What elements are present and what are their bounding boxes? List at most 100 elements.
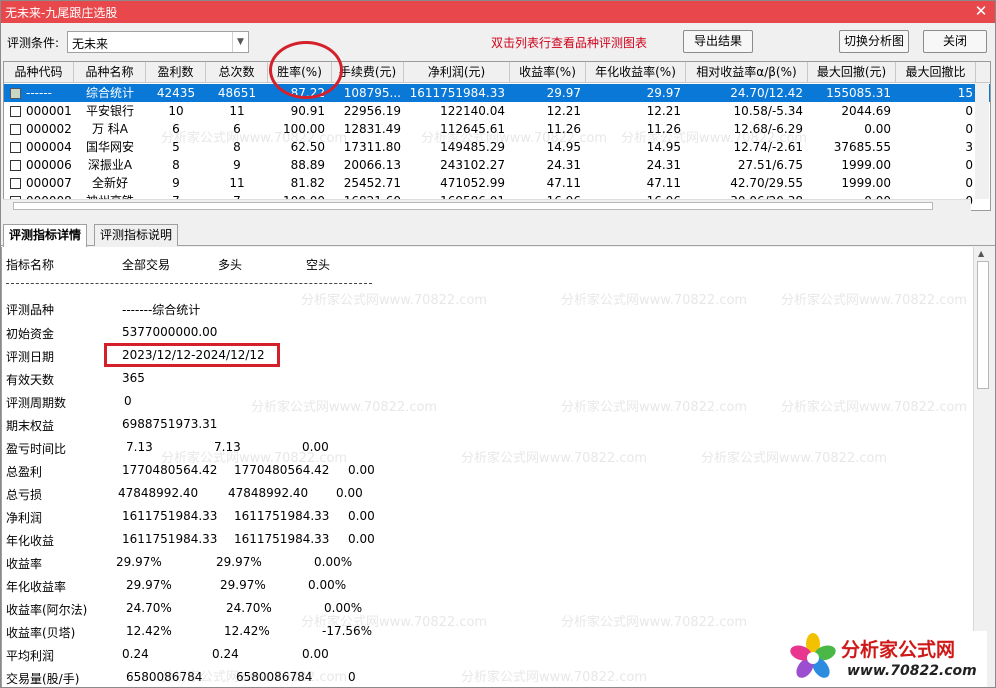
metric-value-all: 1611751984.33 (122, 532, 218, 546)
table-cell: 42.70/29.55 (730, 176, 803, 190)
table-cell: 全新好 (91, 176, 128, 190)
metric-value-short: 0.00 (336, 486, 363, 500)
table-cell: 27.51/6.75 (737, 158, 803, 172)
column-header[interactable]: 品种名称 (74, 62, 146, 83)
row-checkbox-icon[interactable] (10, 142, 21, 153)
table-cell: 2044.69 (841, 104, 891, 118)
table-cell: 0.00 (864, 122, 891, 136)
metric-value-short: 0.00 (302, 440, 329, 454)
column-header[interactable]: 净利润(元) (404, 62, 510, 83)
row-checkbox-icon[interactable] (10, 106, 21, 117)
table-cell: 000002 (26, 122, 72, 136)
vertical-scrollbar[interactable] (975, 83, 989, 199)
column-header[interactable]: 品种代码 (4, 62, 74, 83)
table-cell: 1999.00 (841, 176, 891, 190)
table-cell: 11 (229, 104, 245, 118)
column-header[interactable]: 总次数 (206, 62, 268, 83)
column-header[interactable]: 最大回撤(元) (808, 62, 896, 83)
metric-name: 盈亏时间比 (6, 442, 67, 456)
condition-select[interactable]: 无未来 ▼ (67, 31, 249, 53)
metric-value-all: 5377000000.00 (122, 325, 218, 339)
metric-name: 期末权益 (6, 419, 55, 433)
metric-value-all: 0.24 (122, 647, 149, 661)
metric-name: 总亏损 (6, 488, 43, 502)
table-cell: 81.82 (290, 176, 325, 190)
switch-chart-button[interactable]: 切换分析图 (839, 30, 909, 53)
table-cell: 12.21 (646, 104, 681, 118)
row-checkbox-icon[interactable] (10, 88, 21, 99)
column-header[interactable]: 最大回撤比 (896, 62, 976, 83)
metric-value-all: 365 (122, 371, 145, 385)
column-header[interactable]: 盈利数 (146, 62, 206, 83)
table-cell: 10 (168, 104, 184, 118)
divider (6, 283, 372, 284)
table-cell: 万 科A (91, 122, 129, 136)
close-button[interactable]: 关闭 (923, 30, 987, 53)
table-cell: 122140.04 (440, 104, 505, 118)
table-row[interactable]: ------ 综合统计 42435 48651 87.22 108795... 161175… (4, 84, 990, 102)
metric-name: 收益率(贝塔) (6, 626, 76, 640)
tab-explanation[interactable]: 评测指标说明 (94, 224, 179, 246)
metric-value-all: 47848992.40 (118, 486, 199, 500)
table-cell: 88.89 (290, 158, 325, 172)
condition-value: 无未来 (72, 37, 109, 51)
table-cell: 22956.19 (343, 104, 401, 118)
table-cell: 10.58/-5.34 (733, 104, 803, 118)
table-cell: 47.11 (646, 176, 681, 190)
table-cell: 0 (965, 158, 973, 172)
table-row[interactable]: 000002 万 科A 6 6 100.00 12831.49 112645.61 11.26… (4, 120, 990, 138)
table-cell: 6 (233, 122, 241, 136)
metric-value-long: 0.24 (212, 647, 239, 661)
metric-value-all: 7.13 (126, 440, 153, 454)
close-window-icon[interactable]: ✕ (973, 2, 989, 20)
metric-name: 评测周期数 (6, 396, 67, 410)
metric-value-short: 0.00 (348, 509, 375, 523)
scroll-thumb[interactable] (13, 202, 933, 210)
hint-text: 双击列表行查看品种评测图表 (491, 36, 648, 50)
table-row[interactable]: 000007 全新好 9 11 81.82 25452.71 471052.99 47.11 4… (4, 174, 990, 192)
scroll-thumb[interactable] (977, 261, 989, 389)
table-row[interactable]: 000004 国华网安 5 8 62.50 17311.80 149485.29 14.95 1… (4, 138, 990, 156)
table-cell: 9 (233, 158, 241, 172)
table-cell: 155085.31 (826, 86, 891, 100)
table-cell: 90.91 (290, 104, 325, 118)
table-cell: 5 (172, 140, 180, 154)
metric-value-all: 24.70% (126, 601, 172, 615)
table-cell: 000004 (26, 140, 72, 154)
table-row[interactable]: 000006 深振业A 8 9 88.89 20066.13 243102.27 24.31 2… (4, 156, 990, 174)
scroll-up-icon[interactable]: ▲ (978, 249, 984, 258)
metric-value-short: 0.00% (324, 601, 363, 615)
metric-name: 评测日期 (6, 350, 55, 364)
metric-name: 评测品种 (6, 303, 55, 317)
table-cell: 62.50 (290, 140, 325, 154)
horizontal-scrollbar[interactable] (3, 199, 971, 211)
chevron-down-icon[interactable]: ▼ (232, 32, 248, 52)
export-button[interactable]: 导出结果 (683, 30, 753, 53)
metric-value-long: 12.42% (224, 624, 270, 638)
table-cell: 12.68/-6.29 (733, 122, 803, 136)
table-cell: 108795... (343, 86, 401, 100)
results-table[interactable]: 品种代码 品种名称 盈利数 总次数 胜率(%) 手续费(元) 净利润(元) 收益… (3, 61, 991, 211)
metric-value-long: 1611751984.33 (234, 509, 330, 523)
metric-name: 收益率(阿尔法) (6, 603, 88, 617)
row-checkbox-icon[interactable] (10, 178, 21, 189)
toolbar: 评测条件: 无未来 ▼ 双击列表行查看品种评测图表 导出结果 切换分析图 关闭 (1, 23, 995, 59)
detail-scrollbar[interactable]: ▲ (973, 247, 993, 687)
metric-value-short: -17.56% (322, 624, 373, 638)
table-cell: 48651 (217, 86, 257, 100)
app-window: 无未来-九尾跟庄选股 ✕ 评测条件: 无未来 ▼ 双击列表行查看品种评测图表 导… (0, 0, 996, 688)
table-cell: 29.97 (546, 86, 581, 100)
column-header[interactable]: 年化收益率(%) (586, 62, 686, 83)
table-cell: 9 (172, 176, 180, 190)
metric-value-short: 0.00% (308, 578, 347, 592)
row-checkbox-icon[interactable] (10, 124, 21, 135)
table-cell: 149485.29 (440, 140, 505, 154)
table-row[interactable]: 000001 平安银行 10 11 90.91 22956.19 122140.04 12.2… (4, 102, 990, 120)
tab-detail[interactable]: 评测指标详情 (3, 224, 88, 247)
table-cell: 20066.13 (343, 158, 401, 172)
logo-url: www.70822.com (847, 663, 977, 679)
row-checkbox-icon[interactable] (10, 160, 21, 171)
column-header[interactable]: 相对收益率α/β(%) (686, 62, 808, 83)
column-header[interactable]: 收益率(%) (510, 62, 586, 83)
metric-value-all: 29.97% (126, 578, 172, 592)
